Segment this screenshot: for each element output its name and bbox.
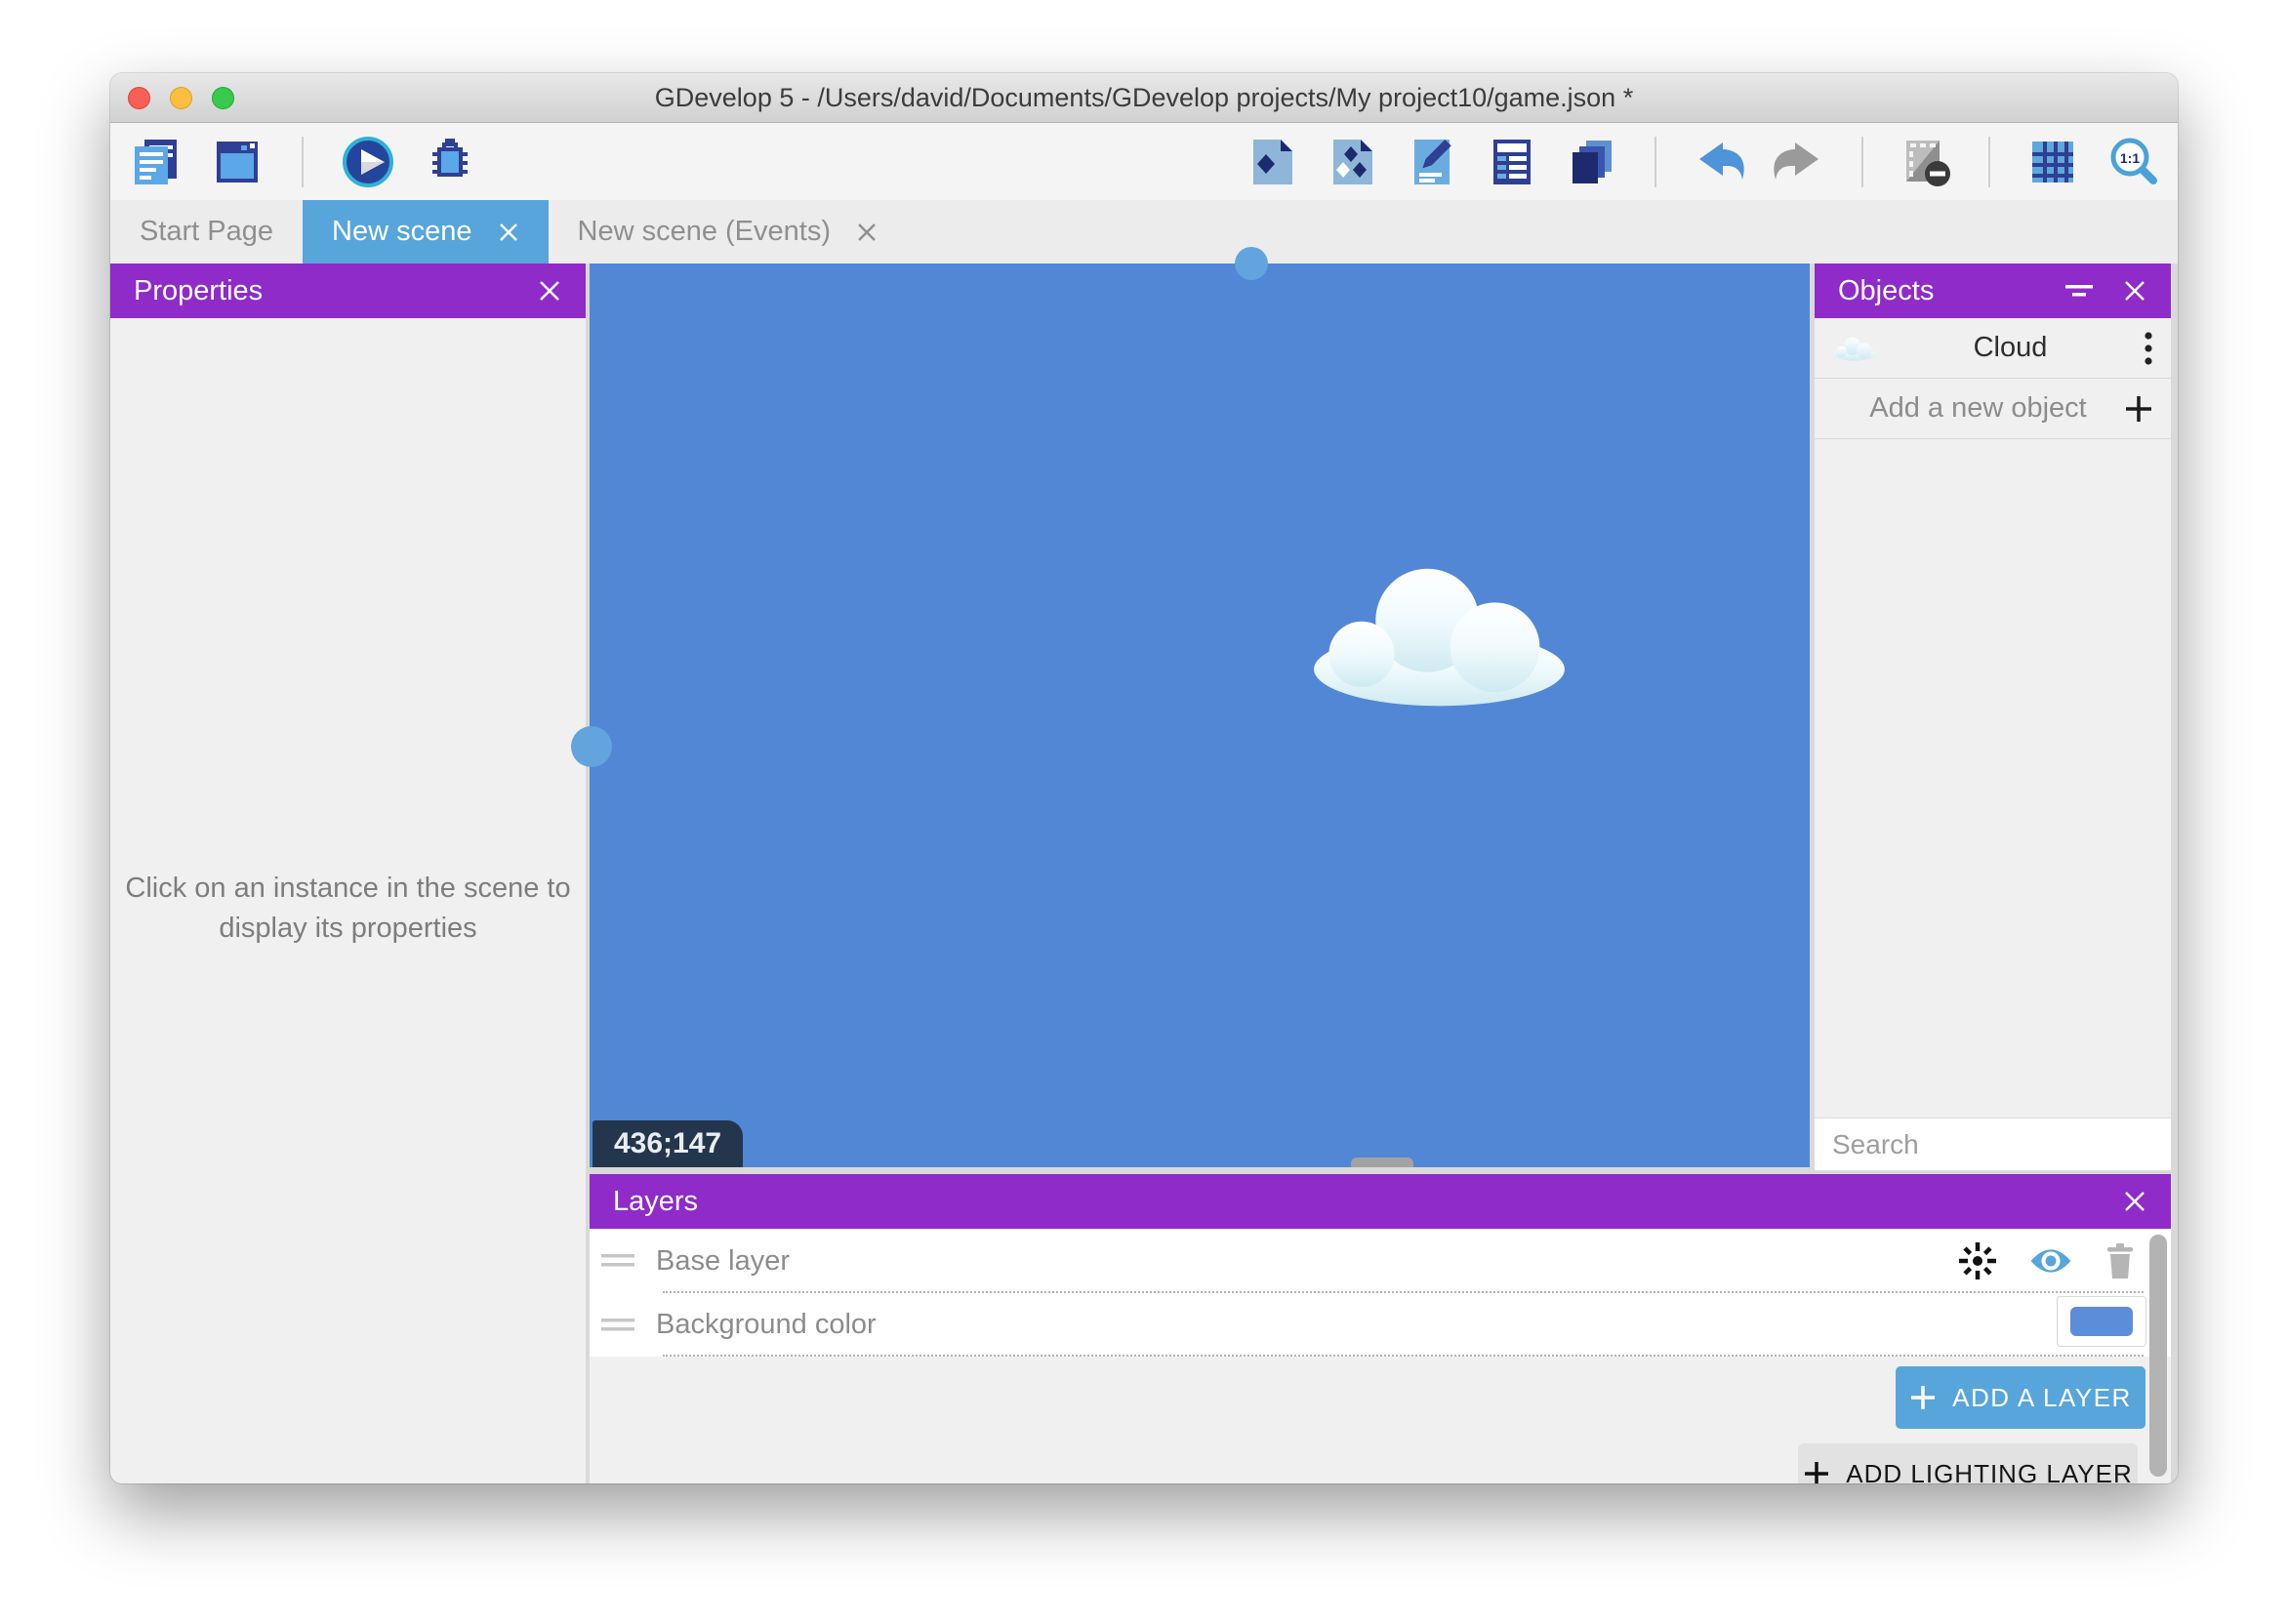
layer-row-background-color[interactable]: Background color	[590, 1293, 2171, 1357]
toolbar-left-group	[128, 135, 477, 189]
scene-canvas[interactable]: 436;147	[590, 264, 1810, 1167]
add-new-object-label: Add a new object	[1832, 392, 2124, 425]
layers-scrollbar[interactable]	[2149, 1235, 2167, 1477]
canvas-scroll-thumb-left[interactable]	[571, 726, 612, 767]
layer-row-base[interactable]: Base layer	[590, 1229, 2171, 1293]
tab-label: New scene (Events)	[578, 216, 832, 248]
close-panel-icon[interactable]	[2122, 1189, 2147, 1214]
effects-icon[interactable]	[1956, 1239, 1999, 1282]
add-lighting-layer-button[interactable]: ADD LIGHTING LAYER	[1798, 1443, 2138, 1483]
layers-editor-icon[interactable]	[1565, 135, 1619, 189]
start-page-icon[interactable]	[210, 135, 265, 189]
kebab-menu-icon[interactable]	[2144, 331, 2153, 366]
layers-header: Layers	[590, 1174, 2171, 1229]
cursor-coordinates-badge: 436;147	[592, 1120, 743, 1167]
play-icon[interactable]	[341, 135, 395, 189]
layers-title: Layers	[613, 1186, 698, 1218]
close-panel-icon[interactable]	[2122, 278, 2147, 304]
drag-handle-icon[interactable]	[601, 1318, 634, 1333]
undo-icon[interactable]	[1692, 135, 1746, 189]
object-name: Cloud	[1877, 332, 2144, 364]
tab-new-scene-events[interactable]: New scene (Events)	[549, 200, 908, 264]
trash-icon[interactable]	[2103, 1241, 2138, 1280]
toolbar-divider	[302, 137, 304, 187]
project-manager-icon[interactable]	[128, 135, 183, 189]
object-groups-icon[interactable]	[1325, 135, 1379, 189]
cloud-thumbnail-icon	[1832, 336, 1877, 361]
debug-icon[interactable]	[423, 135, 477, 189]
layer-name: Base layer	[656, 1245, 790, 1278]
toolbar-divider	[1988, 137, 1990, 187]
cloud-instance[interactable]	[1310, 556, 1569, 710]
visibility-eye-icon[interactable]	[2028, 1246, 2073, 1276]
properties-title: Properties	[134, 275, 263, 307]
editor-content: Properties Click on an instance in the s…	[110, 264, 2178, 1483]
object-list-item-cloud[interactable]: Cloud	[1815, 318, 2171, 379]
svg-text:1:1: 1:1	[2120, 150, 2140, 166]
close-tab-icon[interactable]	[498, 222, 519, 243]
instances-list-icon[interactable]	[1485, 135, 1539, 189]
editor-tabbar: Start Page New scene New scene (Events)	[110, 200, 2178, 264]
objects-search-row	[1815, 1117, 2171, 1171]
tab-new-scene[interactable]: New scene	[303, 200, 548, 264]
background-color-picker[interactable]	[2057, 1296, 2146, 1347]
zoom-1-1-icon[interactable]: 1:1	[2105, 135, 2160, 189]
add-layer-label: ADD A LAYER	[1952, 1383, 2132, 1413]
background-color-swatch[interactable]	[2070, 1307, 2133, 1336]
row-divider	[663, 1355, 2144, 1357]
layer-row-actions	[1956, 1229, 2138, 1293]
add-lighting-layer-label: ADD LIGHTING LAYER	[1846, 1459, 2132, 1484]
objects-title: Objects	[1838, 275, 1934, 307]
objects-header: Objects	[1815, 264, 2171, 318]
window-title: GDevelop 5 - /Users/david/Documents/GDev…	[110, 73, 2178, 123]
toolbar-right-group: 1:1	[1245, 135, 2160, 189]
plus-icon	[2124, 394, 2153, 424]
properties-panel: Properties Click on an instance in the s…	[110, 264, 586, 1483]
tab-label: New scene	[332, 216, 471, 248]
add-new-object-button[interactable]: Add a new object	[1815, 379, 2171, 439]
close-panel-icon[interactable]	[537, 278, 562, 304]
filter-icon[interactable]	[2063, 278, 2097, 304]
layers-list: Base layer	[590, 1229, 2171, 1357]
scene-properties-icon[interactable]	[1405, 135, 1459, 189]
properties-header: Properties	[110, 264, 586, 318]
grid-icon[interactable]	[2025, 135, 2080, 189]
plus-icon	[1909, 1384, 1937, 1411]
canvas-scroll-thumb-bottom[interactable]	[1351, 1157, 1413, 1167]
title-bar: GDevelop 5 - /Users/david/Documents/GDev…	[110, 73, 2178, 123]
close-tab-icon[interactable]	[856, 222, 878, 243]
tab-start-page[interactable]: Start Page	[110, 200, 303, 264]
add-layer-button[interactable]: ADD A LAYER	[1896, 1366, 2145, 1429]
layer-name: Background color	[656, 1309, 877, 1341]
tab-label: Start Page	[140, 216, 273, 248]
objects-search-input[interactable]	[1830, 1128, 2178, 1161]
properties-empty-message: Click on an instance in the scene to dis…	[110, 869, 586, 949]
mask-icon[interactable]	[1899, 135, 1953, 189]
toolbar-divider	[1655, 137, 1656, 187]
plus-icon	[1803, 1460, 1830, 1483]
objects-panel: Objects	[1815, 264, 2171, 1171]
layers-panel: Layers Base layer	[590, 1174, 2171, 1483]
redo-icon[interactable]	[1772, 135, 1826, 189]
main-toolbar: 1:1	[110, 123, 2178, 200]
gdevelop-window: GDevelop 5 - /Users/david/Documents/GDev…	[110, 73, 2178, 1483]
toolbar-divider	[1861, 137, 1863, 187]
drag-handle-icon[interactable]	[601, 1253, 634, 1269]
canvas-scroll-thumb-top[interactable]	[1235, 247, 1268, 280]
objects-editor-icon[interactable]	[1245, 135, 1299, 189]
